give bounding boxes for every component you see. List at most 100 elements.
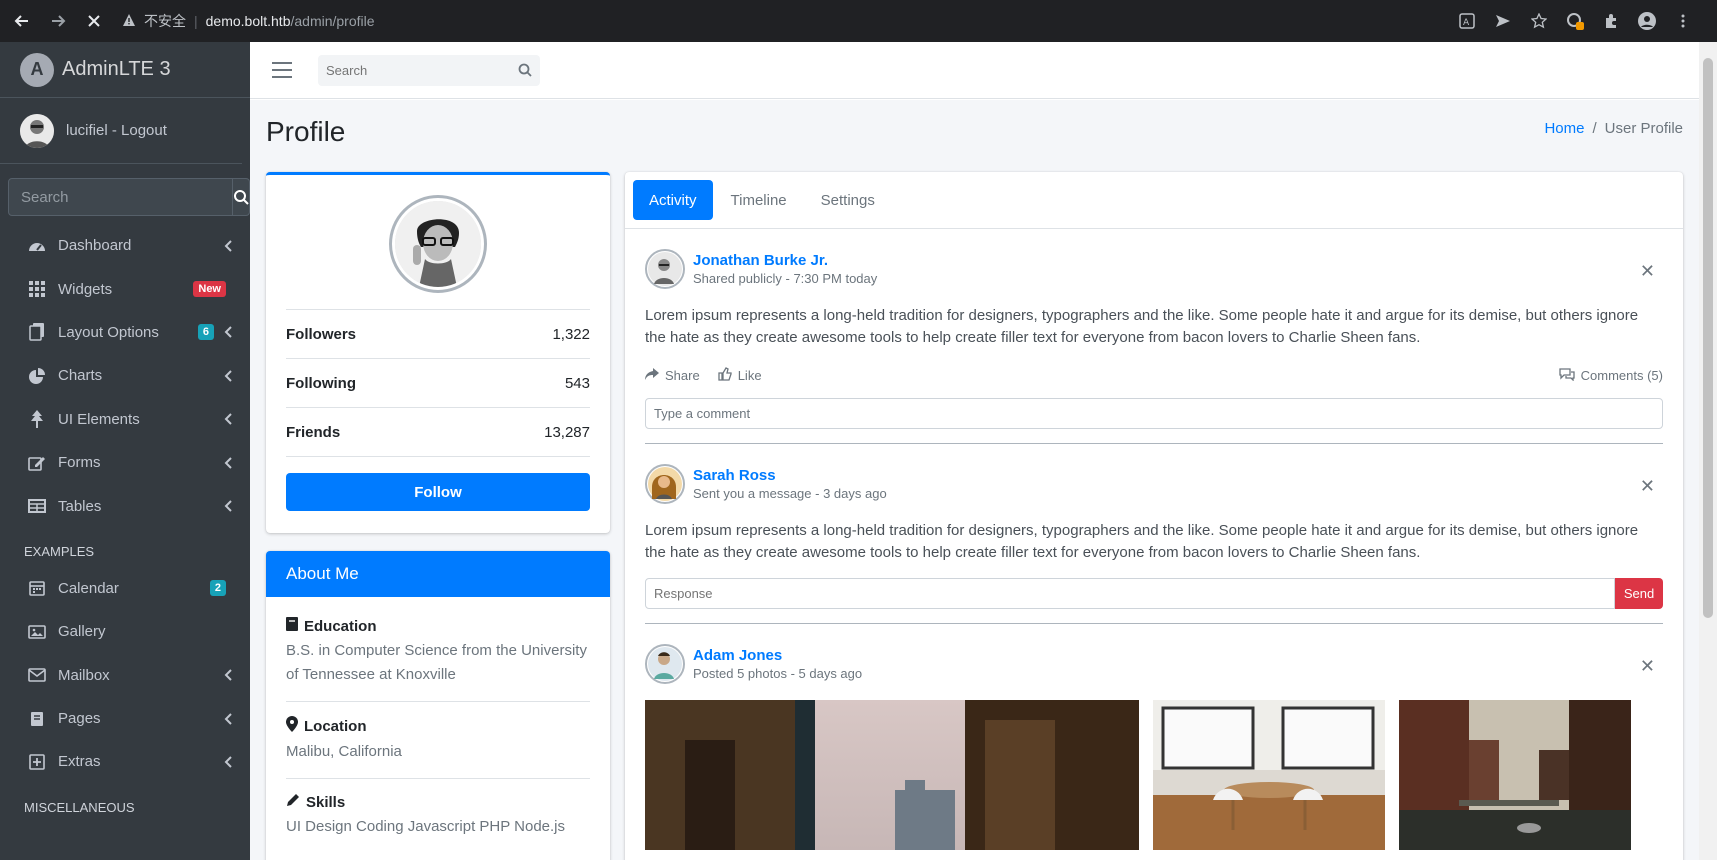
post: Adam Jones Posted 5 photos - 5 days ago … bbox=[645, 624, 1663, 850]
sidebar-item-extras[interactable]: Extras bbox=[0, 740, 250, 783]
sidebar-item-label: Gallery bbox=[58, 623, 106, 641]
translate-icon[interactable]: A bbox=[1457, 11, 1477, 31]
navbar-search-button[interactable] bbox=[510, 55, 540, 86]
photo-canal[interactable] bbox=[1399, 700, 1631, 850]
sidebar-item-widgets[interactable]: Widgets New bbox=[0, 267, 250, 310]
avatar bbox=[645, 464, 685, 504]
stat-friends: Friends 13,287 bbox=[286, 408, 590, 457]
close-icon[interactable]: ✕ bbox=[1640, 476, 1655, 497]
sidebar-item-calendar[interactable]: Calendar 2 bbox=[0, 567, 250, 610]
breadcrumb-home-link[interactable]: Home bbox=[1544, 120, 1584, 137]
chevron-left-icon bbox=[222, 239, 234, 252]
tab-timeline[interactable]: Timeline bbox=[715, 180, 803, 220]
book-icon bbox=[286, 617, 298, 635]
table-icon bbox=[26, 496, 48, 516]
sidebar-item-charts[interactable]: Charts bbox=[0, 354, 250, 397]
menu-dots-icon[interactable] bbox=[1673, 11, 1693, 31]
extension-badge-icon[interactable] bbox=[1565, 11, 1585, 31]
photo-street[interactable] bbox=[645, 700, 1139, 850]
sidebar-item-gallery[interactable]: Gallery bbox=[0, 610, 250, 653]
count-badge: 6 bbox=[197, 324, 214, 341]
user-panel[interactable]: lucifiel - Logout bbox=[0, 98, 242, 164]
post-author-link[interactable]: Adam Jones bbox=[693, 647, 862, 664]
pie-chart-icon bbox=[26, 366, 48, 386]
tree-icon bbox=[26, 409, 48, 429]
photo-gallery bbox=[645, 700, 1663, 850]
close-icon[interactable]: ✕ bbox=[1640, 261, 1655, 282]
avatar bbox=[645, 249, 685, 289]
post-text: Lorem ipsum represents a long-held tradi… bbox=[645, 307, 1639, 346]
page-scrollbar[interactable] bbox=[1699, 42, 1717, 860]
navbar-search-input[interactable] bbox=[318, 54, 510, 86]
location-section: Location Malibu, California bbox=[286, 716, 590, 779]
post: Jonathan Burke Jr. Shared publicly - 7:3… bbox=[645, 229, 1663, 444]
sidebar-item-mailbox[interactable]: Mailbox bbox=[0, 654, 250, 697]
education-section: Education B.S. in Computer Science from … bbox=[286, 617, 590, 702]
content-wrapper: Profile Home / User Profile Followers 1,3… bbox=[250, 100, 1699, 860]
sidebar-item-pages[interactable]: Pages bbox=[0, 697, 250, 740]
sidebar-item-label: Layout Options bbox=[58, 323, 159, 341]
tab-activity[interactable]: Activity bbox=[633, 180, 713, 220]
puzzle-icon[interactable] bbox=[1601, 11, 1621, 31]
address-bar[interactable]: 不安全 | demo.bolt.htb/admin/profile bbox=[122, 11, 375, 31]
skills-section: Skills UI Design Coding Javascript PHP N… bbox=[286, 793, 590, 853]
breadcrumb-separator: / bbox=[1592, 120, 1597, 137]
education-text: B.S. in Computer Science from the Univer… bbox=[286, 642, 587, 683]
share-link[interactable]: Share bbox=[645, 368, 700, 383]
avatar bbox=[645, 644, 685, 684]
sidebar-item-layout-options[interactable]: Layout Options 6 bbox=[0, 311, 250, 354]
sidebar-item-forms[interactable]: Forms bbox=[0, 441, 250, 484]
sidebar-item-dashboard[interactable]: Dashboard bbox=[0, 224, 250, 267]
chevron-left-icon bbox=[222, 500, 234, 512]
brand-link[interactable]: A AdminLTE 3 bbox=[0, 42, 250, 98]
user-logout-link[interactable]: lucifiel - Logout bbox=[66, 122, 167, 139]
post-author-link[interactable]: Sarah Ross bbox=[693, 467, 887, 484]
sidebar-item-ui-elements[interactable]: UI Elements bbox=[0, 398, 250, 441]
comment-input[interactable] bbox=[645, 398, 1663, 429]
send-icon[interactable] bbox=[1493, 11, 1513, 31]
copy-icon bbox=[26, 322, 48, 342]
like-link[interactable]: Like bbox=[718, 367, 762, 384]
share-label: Share bbox=[665, 368, 700, 383]
star-icon[interactable] bbox=[1529, 11, 1549, 31]
sidebar-item-label: Charts bbox=[58, 367, 103, 385]
account-icon[interactable] bbox=[1637, 11, 1657, 31]
close-icon[interactable]: ✕ bbox=[1640, 656, 1655, 677]
photo-room[interactable] bbox=[1153, 700, 1385, 850]
comments-label: Comments (5) bbox=[1580, 368, 1663, 383]
response-form: Send bbox=[645, 578, 1663, 609]
stat-followers: Followers 1,322 bbox=[286, 310, 590, 359]
sidebar-search-button[interactable] bbox=[233, 178, 250, 216]
search-icon bbox=[234, 190, 249, 205]
sidebar-search bbox=[8, 178, 250, 216]
post-author-link[interactable]: Jonathan Burke Jr. bbox=[693, 252, 877, 269]
response-input[interactable] bbox=[645, 578, 1615, 609]
chevron-left-icon bbox=[222, 712, 234, 725]
plus-square-icon bbox=[26, 752, 48, 772]
post-meta: Sent you a message - 3 days ago bbox=[693, 486, 887, 501]
envelope-icon bbox=[26, 665, 48, 685]
sidebar-item-label: Extras bbox=[58, 753, 101, 771]
post: Sarah Ross Sent you a message - 3 days a… bbox=[645, 444, 1663, 624]
hamburger-menu-icon[interactable] bbox=[272, 62, 292, 78]
back-icon[interactable] bbox=[8, 7, 36, 35]
avatar bbox=[20, 113, 54, 148]
thumbs-up-icon bbox=[718, 367, 732, 384]
tab-settings[interactable]: Settings bbox=[805, 180, 891, 220]
forward-icon[interactable] bbox=[44, 7, 72, 35]
about-me-card: About Me Education B.S. in Computer Scie… bbox=[266, 551, 610, 860]
activity-card: Activity Timeline Settings Jonathan Burk… bbox=[625, 172, 1683, 860]
sidebar-search-input[interactable] bbox=[8, 178, 233, 216]
send-button[interactable]: Send bbox=[1615, 578, 1663, 609]
browser-toolbar: 不安全 | demo.bolt.htb/admin/profile A bbox=[0, 0, 1717, 42]
follow-button[interactable]: Follow bbox=[286, 473, 590, 511]
page-title: Profile bbox=[266, 116, 346, 147]
url-host: demo.bolt.htb bbox=[205, 13, 291, 29]
sidebar-item-tables[interactable]: Tables bbox=[0, 484, 250, 527]
comments-link[interactable]: Comments (5) bbox=[1558, 367, 1663, 384]
stat-label: Following bbox=[286, 374, 356, 392]
dashboard-icon bbox=[26, 236, 48, 256]
stop-loading-icon[interactable] bbox=[80, 7, 108, 35]
book-icon bbox=[26, 709, 48, 729]
scrollbar-thumb[interactable] bbox=[1703, 58, 1713, 618]
